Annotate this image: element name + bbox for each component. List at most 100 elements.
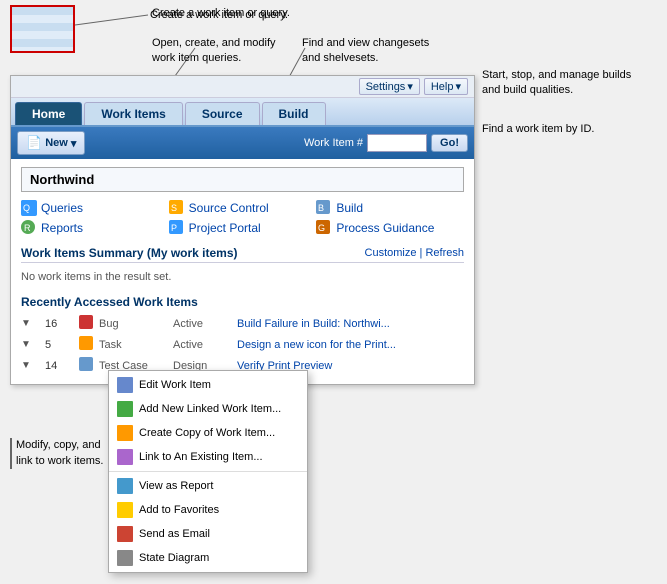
send-email-icon bbox=[117, 526, 133, 542]
link-queries[interactable]: Q Queries bbox=[21, 200, 169, 216]
go-button[interactable]: Go! bbox=[431, 134, 468, 152]
separator-text: | bbox=[420, 247, 423, 259]
menu-label-add-linked: Add New Linked Work Item... bbox=[139, 403, 281, 415]
help-label: Help bbox=[431, 81, 454, 93]
callout-create-workitem: Create a work item or query. bbox=[150, 8, 288, 23]
item-title-5[interactable]: Design a new icon for the Print... bbox=[237, 339, 464, 351]
menu-item-create-copy[interactable]: Create Copy of Work Item... bbox=[109, 421, 307, 445]
link-build[interactable]: B Build bbox=[316, 200, 464, 216]
help-dropdown-arrow: ▾ bbox=[455, 80, 461, 93]
portal-icon: P bbox=[169, 220, 185, 236]
add-linked-icon bbox=[117, 401, 133, 417]
menu-label-state-diagram: State Diagram bbox=[139, 552, 209, 564]
settings-button[interactable]: Settings ▾ bbox=[359, 78, 420, 95]
menu-item-add-linked[interactable]: Add New Linked Work Item... bbox=[109, 397, 307, 421]
menu-label-view-report: View as Report bbox=[139, 480, 213, 492]
item-type-16: Bug bbox=[99, 318, 169, 330]
work-item-row: ▼ 5 Task Active Design a new icon for th… bbox=[21, 334, 464, 355]
svg-text:B: B bbox=[318, 203, 324, 213]
menu-label-edit: Edit Work Item bbox=[139, 379, 211, 391]
tab-source[interactable]: Source bbox=[185, 102, 260, 125]
menu-item-send-email[interactable]: Send as Email bbox=[109, 522, 307, 546]
links-grid: Q Queries S Source Control B Build R bbox=[21, 200, 464, 236]
link-reports[interactable]: R Reports bbox=[21, 220, 169, 236]
work-items-summary-links[interactable]: Customize | Refresh bbox=[365, 247, 464, 259]
svg-text:Q: Q bbox=[23, 203, 30, 213]
item-type-icon-14 bbox=[79, 357, 95, 374]
settings-row: Settings ▾ Help ▾ bbox=[11, 76, 474, 98]
menu-item-edit[interactable]: Edit Work Item bbox=[109, 373, 307, 397]
svg-text:P: P bbox=[171, 223, 177, 233]
expand-arrow-5[interactable]: ▼ bbox=[21, 339, 41, 350]
work-item-search: Work Item # Go! bbox=[304, 134, 468, 152]
reports-icon: R bbox=[21, 220, 37, 236]
context-menu: Edit Work Item Add New Linked Work Item.… bbox=[108, 370, 308, 573]
work-item-id-input[interactable] bbox=[367, 134, 427, 152]
link-process-guidance[interactable]: G Process Guidance bbox=[316, 220, 464, 236]
link-project-portal[interactable]: P Project Portal bbox=[169, 220, 317, 236]
callout-text-open: Open, create, and modify work item queri… bbox=[152, 36, 276, 67]
item-id-16: 16 bbox=[45, 318, 75, 330]
item-id-5: 5 bbox=[45, 339, 75, 351]
source-control-icon: S bbox=[169, 200, 185, 216]
expand-arrow-14[interactable]: ▼ bbox=[21, 360, 41, 371]
settings-dropdown-arrow: ▾ bbox=[407, 80, 413, 93]
item-title-16[interactable]: Build Failure in Build: Northwi... bbox=[237, 318, 464, 330]
tab-home[interactable]: Home bbox=[15, 102, 82, 125]
add-fav-icon bbox=[117, 502, 133, 518]
callout-text-findid: Find a work item by ID. bbox=[482, 122, 594, 137]
menu-label-link-existing: Link to An Existing Item... bbox=[139, 451, 263, 463]
work-items-summary-title: Work Items Summary (My work items) bbox=[21, 246, 238, 260]
callout-text-build: Start, stop, and manage builds and build… bbox=[482, 68, 631, 99]
menu-item-state-diagram[interactable]: State Diagram bbox=[109, 546, 307, 570]
menu-item-view-report[interactable]: View as Report bbox=[109, 474, 307, 498]
new-button[interactable]: 📄 New ▾ bbox=[17, 131, 85, 155]
customize-link[interactable]: Customize bbox=[365, 247, 417, 259]
menu-item-link-existing[interactable]: Link to An Existing Item... bbox=[109, 445, 307, 469]
content-area: Northwind Q Queries S Source Control B B… bbox=[11, 159, 474, 384]
settings-label: Settings bbox=[366, 81, 406, 93]
svg-text:R: R bbox=[24, 223, 31, 233]
tab-bar: Home Work Items Source Build bbox=[11, 98, 474, 127]
item-id-14: 14 bbox=[45, 360, 75, 372]
link-source-control[interactable]: S Source Control bbox=[169, 200, 317, 216]
menu-separator bbox=[109, 471, 307, 472]
queries-icon: Q bbox=[21, 200, 37, 216]
item-state-5: Active bbox=[173, 339, 233, 351]
item-state-16: Active bbox=[173, 318, 233, 330]
tab-workitems[interactable]: Work Items bbox=[84, 102, 182, 125]
create-copy-icon bbox=[117, 425, 133, 441]
left-callout: Modify, copy, and link to work items. bbox=[10, 438, 105, 469]
menu-item-add-fav[interactable]: Add to Favorites bbox=[109, 498, 307, 522]
item-type-icon-16 bbox=[79, 315, 95, 332]
no-items-message: No work items in the result set. bbox=[21, 267, 464, 287]
refresh-link[interactable]: Refresh bbox=[425, 247, 464, 259]
menu-label-create-copy: Create Copy of Work Item... bbox=[139, 427, 275, 439]
edit-icon bbox=[117, 377, 133, 393]
view-report-icon bbox=[117, 478, 133, 494]
new-button-label: New bbox=[45, 137, 68, 149]
project-header: Northwind bbox=[21, 167, 464, 192]
svg-text:G: G bbox=[318, 223, 325, 233]
tab-build[interactable]: Build bbox=[262, 102, 326, 125]
svg-text:S: S bbox=[171, 203, 177, 213]
work-items-summary-header: Work Items Summary (My work items) Custo… bbox=[21, 246, 464, 263]
process-icon: G bbox=[316, 220, 332, 236]
new-button-icon: 📄 bbox=[26, 135, 42, 151]
toolbar-row: 📄 New ▾ Work Item # Go! bbox=[11, 127, 474, 159]
item-type-5: Task bbox=[99, 339, 169, 351]
menu-label-add-fav: Add to Favorites bbox=[139, 504, 219, 516]
project-name: Northwind bbox=[30, 172, 94, 187]
new-dropdown-arrow: ▾ bbox=[71, 137, 77, 150]
build-icon: B bbox=[316, 200, 332, 216]
menu-label-send-email: Send as Email bbox=[139, 528, 210, 540]
app-thumbnail bbox=[10, 5, 75, 53]
app-window: Settings ▾ Help ▾ Home Work Items Source… bbox=[10, 75, 475, 385]
state-diagram-icon bbox=[117, 550, 133, 566]
callout-text-create: Create a work item or query. bbox=[152, 6, 290, 21]
expand-arrow-16[interactable]: ▼ bbox=[21, 318, 41, 329]
item-type-icon-5 bbox=[79, 336, 95, 353]
help-button[interactable]: Help ▾ bbox=[424, 78, 468, 95]
callout-text-find: Find and view changesets and shelvesets. bbox=[302, 36, 429, 67]
work-item-label: Work Item # bbox=[304, 137, 363, 149]
